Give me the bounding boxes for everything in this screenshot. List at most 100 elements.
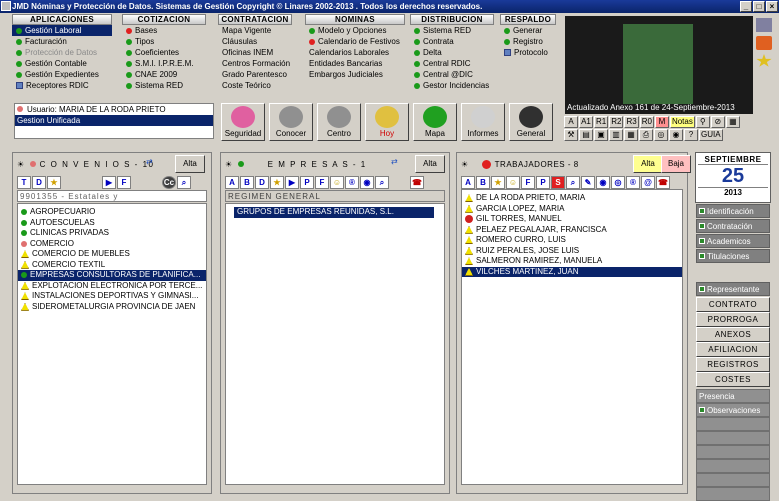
phone-icon[interactable]: ☎ — [410, 175, 424, 189]
registered-icon[interactable]: ® — [626, 175, 640, 189]
conocer-button[interactable]: Conocer — [269, 103, 313, 141]
list-item[interactable]: GRUPOS DE EMPRESAS REUNIDAS, S.L. — [234, 207, 434, 218]
menu-item[interactable]: Calendario de Festivos — [305, 36, 405, 47]
side-button[interactable]: COSTES — [696, 372, 770, 387]
list-item[interactable]: COMERCIO DE MUEBLES — [18, 249, 206, 260]
menu-item[interactable]: Coste Teórico — [218, 80, 292, 91]
pin-icon[interactable]: ⚲ — [695, 116, 710, 128]
menu-item[interactable]: Calendarios Laborales — [305, 47, 405, 58]
side-button[interactable]: REGISTROS — [696, 357, 770, 372]
list-item[interactable]: CLINICAS PRIVADAS — [18, 228, 206, 239]
star-icon[interactable] — [756, 54, 772, 67]
list-item[interactable]: GARCIA LOPEZ, MARIA — [462, 204, 682, 215]
tool-f[interactable]: F — [315, 175, 329, 189]
tool-icon[interactable]: ◉ — [596, 175, 610, 189]
search-icon[interactable]: ⌕ — [375, 175, 389, 189]
print-icon[interactable]: ⎙ — [639, 129, 653, 141]
list-item[interactable]: AUTOESCUELAS — [18, 218, 206, 229]
menu-item[interactable]: Generar — [500, 25, 556, 36]
menu-item[interactable]: Contrata — [410, 36, 494, 47]
list-item[interactable]: AGROPECUARIO — [18, 207, 206, 218]
convenios-alta-button[interactable]: Alta — [175, 155, 205, 173]
user-mode[interactable]: Gestion Unificada — [15, 115, 213, 126]
star-icon[interactable]: ★ — [491, 175, 505, 189]
tool-icon[interactable]: ▦ — [725, 116, 740, 128]
menu-item[interactable]: Facturación — [12, 36, 112, 47]
general-button[interactable]: General — [509, 103, 553, 141]
list-item[interactable]: DE LA RODA PRIETO, MARIA — [462, 193, 682, 204]
at-icon[interactable]: @ — [641, 175, 655, 189]
tool-s[interactable]: S — [551, 175, 565, 189]
menu-item[interactable]: Gestión Laboral — [12, 25, 112, 36]
star-icon[interactable]: ★ — [270, 175, 284, 189]
side-item[interactable]: Titulaciones — [696, 249, 770, 263]
menu-item[interactable]: Central RDIC — [410, 58, 494, 69]
tool-b[interactable]: B — [476, 175, 490, 189]
menu-item[interactable]: Bases — [122, 25, 206, 36]
menu-item[interactable]: Central @DIC — [410, 69, 494, 80]
list-item[interactable]: EXPLOTACION ELECTRONICA POR TERCE... — [18, 281, 206, 292]
maximize-button[interactable]: □ — [753, 1, 765, 12]
list-item[interactable]: VILCHES MARTINEZ, JUAN — [462, 266, 682, 277]
tool-icon[interactable]: ◉ — [360, 175, 374, 189]
list-item[interactable]: PELAEZ PEGALAJAR, FRANCISCA — [462, 225, 682, 236]
tool-a[interactable]: A — [225, 175, 239, 189]
side-item[interactable]: Contratación — [696, 219, 770, 233]
tool-b[interactable]: B — [240, 175, 254, 189]
smiley-icon[interactable]: ☺ — [330, 175, 344, 189]
help-icon[interactable]: ? — [684, 129, 698, 141]
letter-button[interactable]: M — [654, 116, 669, 128]
side-item[interactable]: Observaciones — [696, 403, 770, 417]
side-button[interactable]: AFILIACION — [696, 342, 770, 357]
menu-item[interactable]: Grado Parentesco — [218, 69, 292, 80]
menu-item[interactable]: Embargos Judiciales — [305, 69, 405, 80]
centro-button[interactable]: Centro — [317, 103, 361, 141]
side-item[interactable]: Presencia — [696, 389, 770, 403]
rss-icon[interactable] — [756, 36, 772, 50]
list-item[interactable]: SIDEROMETALURGIA PROVINCIA DE JAEN — [18, 302, 206, 313]
convenios-filter[interactable]: 9901355 - Estatales y — [17, 190, 207, 202]
list-item[interactable]: COMERCIO TEXTIL — [18, 260, 206, 271]
refresh-icon[interactable]: ⇄ — [146, 157, 154, 166]
mapa-button[interactable]: Mapa — [413, 103, 457, 141]
tool-icon[interactable]: ▣ — [594, 129, 608, 141]
menu-item[interactable]: Gestión Contable — [12, 58, 112, 69]
tool-icon[interactable]: ▥ — [609, 129, 623, 141]
tool-icon[interactable]: ▤ — [579, 129, 593, 141]
registered-icon[interactable]: ® — [345, 175, 359, 189]
tool-f[interactable]: F — [521, 175, 535, 189]
phone-icon[interactable]: ☎ — [656, 175, 670, 189]
cc-icon[interactable]: Cc — [162, 175, 176, 189]
side-button[interactable]: ANEXOS — [696, 327, 770, 342]
letter-button[interactable]: R0 — [639, 116, 654, 128]
menu-item[interactable]: Sistema RED — [122, 80, 206, 91]
menu-item[interactable]: Centros Formación — [218, 58, 292, 69]
refresh-icon[interactable]: ⇄ — [391, 157, 399, 166]
menu-item[interactable]: Gestor Incidencias — [410, 80, 494, 91]
menu-item[interactable]: Gestión Expedientes — [12, 69, 112, 80]
menu-item[interactable]: Delta — [410, 47, 494, 58]
pen-icon[interactable]: ✎ — [581, 175, 595, 189]
side-button[interactable]: PRORROGA — [696, 312, 770, 327]
tool-p[interactable]: P — [300, 175, 314, 189]
tool-icon[interactable]: ⚒ — [564, 129, 578, 141]
hoy-button[interactable]: Hoy — [365, 103, 409, 141]
trabajadores-alta-button[interactable]: Alta — [633, 155, 663, 173]
tool-t[interactable]: T — [17, 175, 31, 189]
menu-item[interactable]: Protocolo — [500, 47, 556, 58]
tool-a[interactable]: A — [461, 175, 475, 189]
tool-d[interactable]: D — [255, 175, 269, 189]
tool-icon[interactable]: ▶ — [285, 175, 299, 189]
tool-icon[interactable]: ◎ — [611, 175, 625, 189]
letter-button[interactable]: Notas — [669, 116, 695, 128]
tool-icon[interactable]: ▶ — [102, 175, 116, 189]
empresas-alta-button[interactable]: Alta — [415, 155, 445, 173]
list-item[interactable]: EMPRESAS CONSULTORAS DE PLANIFICA... — [18, 270, 206, 281]
tool-f[interactable]: F — [117, 175, 131, 189]
list-item[interactable]: COMERCIO — [18, 239, 206, 250]
list-item[interactable]: GIL TORRES, MANUEL — [462, 214, 682, 225]
side-item[interactable]: Academicos — [696, 234, 770, 248]
menu-item[interactable]: Entidades Bancarias — [305, 58, 405, 69]
letter-button[interactable]: R1 — [594, 116, 609, 128]
menu-item[interactable]: Modelo y Opciones — [305, 25, 405, 36]
